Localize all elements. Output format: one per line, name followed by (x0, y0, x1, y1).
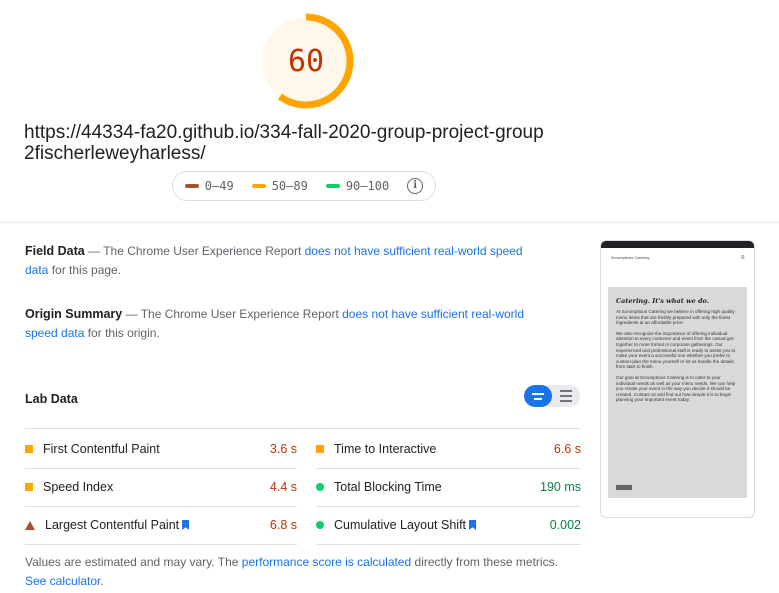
bookmark-icon[interactable] (469, 520, 477, 530)
lab-data-title: Lab Data (25, 392, 78, 406)
performance-score-value: 60 (287, 43, 325, 79)
metric-name: Total Blocking Time (334, 480, 442, 494)
legend-pass-swatch (325, 184, 340, 188)
metric-name: Largest Contentful Paint (35, 518, 270, 532)
metric-largest-contentful-paint: Largest Contentful Paint 6.8 s (25, 506, 297, 544)
origin-summary-section: Origin Summary — The Chrome User Experie… (25, 305, 545, 343)
metric-total-blocking-time: Total Blocking Time 190 ms (316, 468, 581, 506)
origin-summary-description: — The Chrome User Experience Report (122, 307, 343, 321)
average-square-icon (316, 445, 324, 453)
average-square-icon (25, 483, 33, 491)
pass-circle-icon (316, 521, 324, 529)
metric-cumulative-layout-shift: Cumulative Layout Shift 0.002 (316, 506, 581, 544)
metric-value: 3.6 s (269, 442, 297, 456)
thumbnail-body: At Scrumptious Catering we believe in of… (616, 309, 740, 408)
thumbnail-button (616, 485, 632, 490)
legend-item-average: 50–89 (251, 179, 308, 193)
final-screenshot-thumbnail: Scrumptious Catering ≡ Catering. It's wh… (600, 240, 755, 518)
section-divider (0, 222, 779, 223)
thumbnail-content-card: Catering. It's what we do. At Scrumptiou… (608, 287, 747, 498)
expanded-view-icon[interactable] (552, 385, 580, 407)
legend-average-label: 50–89 (271, 179, 308, 193)
legend-pass-label: 90–100 (345, 179, 390, 193)
metric-value: 190 ms (540, 480, 581, 494)
thumbnail-paragraph: Our goal at Scrumptious Catering is to c… (616, 374, 736, 403)
metric-name: Time to Interactive (334, 442, 437, 456)
compact-view-icon[interactable] (524, 385, 552, 407)
score-calculation-link[interactable]: performance score is calculated (242, 555, 411, 569)
thumbnail-brand: Scrumptious Catering (611, 255, 650, 260)
thumbnail-top-bar (601, 241, 754, 248)
metric-speed-index: Speed Index 4.4 s (25, 468, 297, 506)
note-text: directly from these metrics. (411, 555, 558, 569)
legend-item-fail: 0–49 (184, 179, 234, 193)
score-legend: 0–49 50–89 90–100 i (172, 171, 436, 201)
info-icon[interactable]: i (407, 178, 424, 194)
field-data-description: — The Chrome User Experience Report (84, 244, 305, 258)
metrics-divider (25, 428, 581, 429)
metric-value: 6.6 s (553, 442, 581, 456)
metric-name: First Contentful Paint (43, 442, 160, 456)
origin-summary-tail: for this origin. (84, 326, 160, 340)
metric-name: Cumulative Layout Shift (324, 518, 550, 532)
see-calculator-link[interactable]: See calculator (25, 574, 100, 588)
legend-fail-swatch (184, 184, 199, 188)
metric-value: 6.8 s (269, 518, 297, 532)
metric-name: Speed Index (43, 480, 114, 494)
thumbnail-heading: Catering. It's what we do. (616, 297, 709, 305)
field-data-section: Field Data — The Chrome User Experience … (25, 242, 545, 280)
metric-first-contentful-paint: First Contentful Paint 3.6 s (25, 430, 297, 468)
bookmark-icon[interactable] (182, 520, 190, 530)
estimate-note: Values are estimated and may vary. The p… (25, 553, 565, 591)
note-text: Values are estimated and may vary. The (25, 555, 242, 569)
metric-value: 0.002 (549, 518, 581, 532)
metric-row-divider (25, 544, 297, 545)
legend-average-swatch (251, 184, 266, 188)
performance-score-gauge: 60 (258, 13, 354, 109)
metric-value: 4.4 s (269, 480, 297, 494)
legend-fail-label: 0–49 (204, 179, 234, 193)
pass-circle-icon (316, 483, 324, 491)
legend-item-pass: 90–100 (325, 179, 390, 193)
thumbnail-paragraph: At Scrumptious Catering we believe in of… (616, 309, 735, 326)
tested-url: https://44334-fa20.github.io/334-fall-20… (24, 122, 544, 164)
hamburger-menu-icon: ≡ (741, 255, 745, 261)
note-text: . (100, 574, 104, 588)
field-data-title: Field Data (25, 244, 85, 258)
field-data-tail: for this page. (48, 263, 122, 277)
thumbnail-paragraph: We also recognize the importance of offe… (616, 330, 736, 370)
average-square-icon (25, 445, 33, 453)
metric-time-to-interactive: Time to Interactive 6.6 s (316, 430, 581, 468)
fail-triangle-icon (25, 520, 35, 530)
metric-row-divider (316, 544, 581, 545)
origin-summary-title: Origin Summary (25, 307, 123, 321)
metrics-view-toggle[interactable] (524, 385, 580, 407)
